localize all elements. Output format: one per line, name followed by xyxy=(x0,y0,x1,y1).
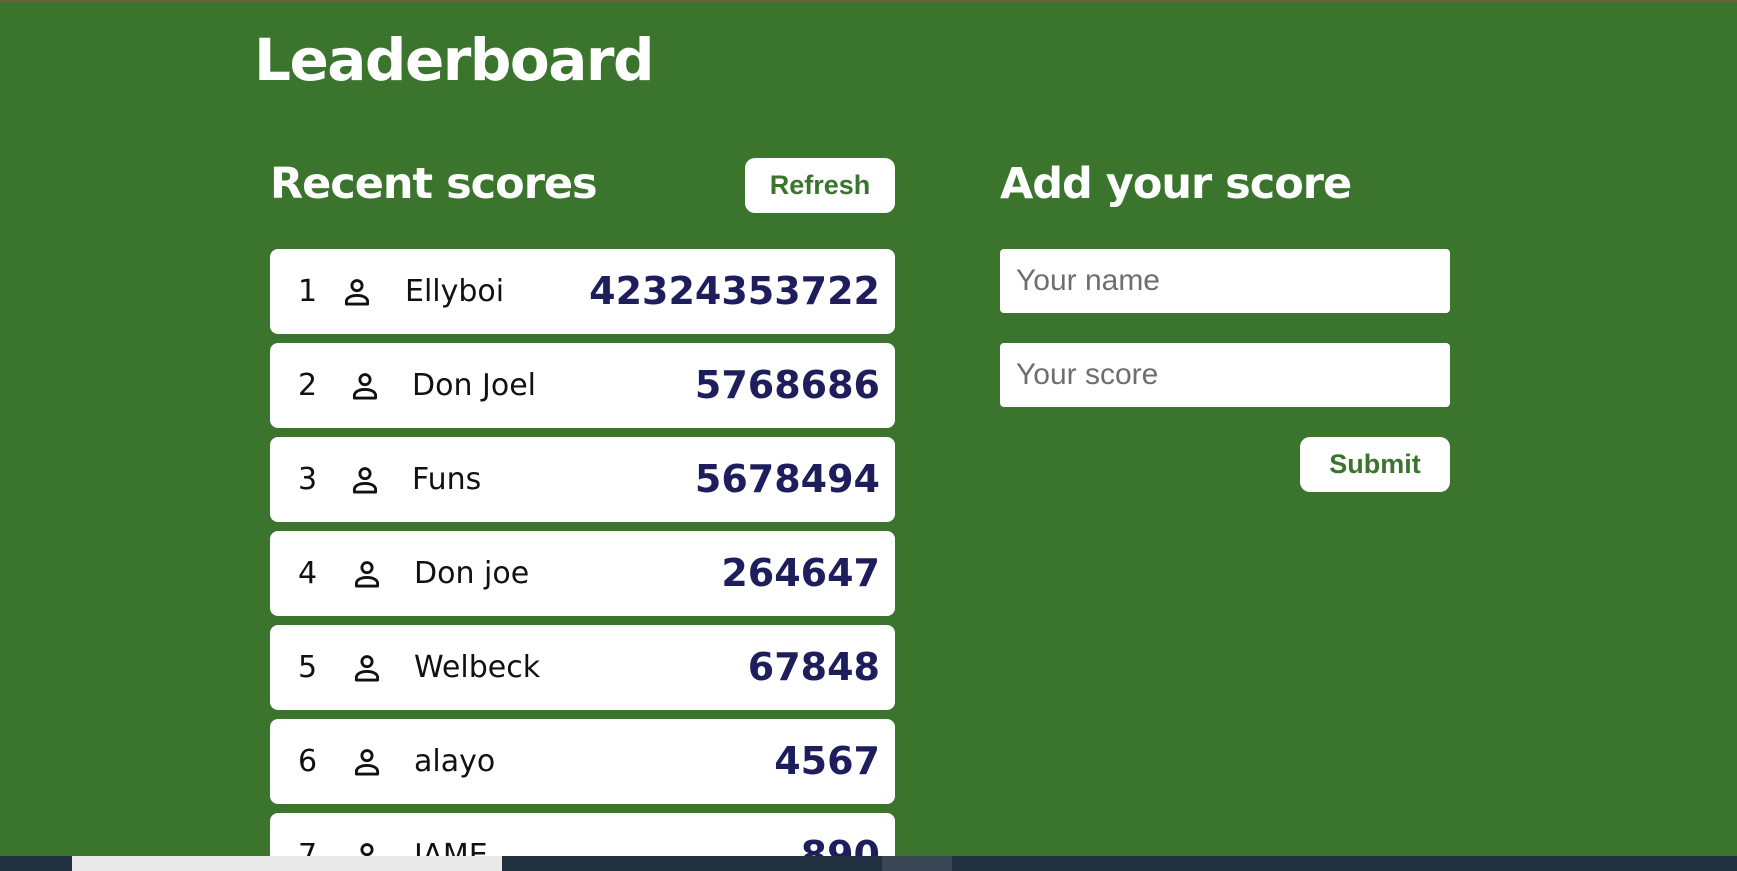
refresh-button[interactable]: Refresh xyxy=(745,158,895,213)
score-row: 1 Ellyboi 42324353722 xyxy=(270,249,895,334)
player-score: 67848 xyxy=(747,645,880,689)
top-border xyxy=(0,0,1737,2)
player-score: 4567 xyxy=(774,739,880,783)
score-row: 7 JAME 890 xyxy=(270,813,895,856)
player-name: alayo xyxy=(414,744,496,779)
user-icon xyxy=(354,749,380,776)
page-title: Leaderboard xyxy=(254,26,655,94)
add-score-heading: Add your score xyxy=(1000,159,1352,209)
taskbar-active-app[interactable] xyxy=(882,856,952,871)
rank-number: 1 xyxy=(298,274,318,309)
rank-number: 6 xyxy=(298,744,318,779)
player-score: 5678494 xyxy=(694,457,880,501)
taskbar xyxy=(0,856,1737,871)
player-name: Don Joel xyxy=(412,368,536,403)
rank-number: 4 xyxy=(298,556,318,591)
rank-number: 5 xyxy=(298,650,318,685)
player-name: Funs xyxy=(412,462,482,497)
name-input[interactable] xyxy=(1000,249,1450,313)
player-name: Welbeck xyxy=(414,650,541,685)
user-icon xyxy=(352,467,378,494)
user-icon xyxy=(354,561,380,588)
score-row: 6 alayo 4567 xyxy=(270,719,895,804)
player-score: 42324353722 xyxy=(589,269,880,313)
player-name: Don joe xyxy=(414,556,530,591)
score-input[interactable] xyxy=(1000,343,1450,407)
user-icon xyxy=(354,655,380,682)
recent-scores-heading: Recent scores xyxy=(270,159,598,209)
user-icon xyxy=(344,279,370,306)
score-row: 3 Funs 5678494 xyxy=(270,437,895,522)
score-row: 2 Don Joel 5768686 xyxy=(270,343,895,428)
taskbar-search-box[interactable] xyxy=(72,856,502,871)
rank-number: 2 xyxy=(298,368,318,403)
user-icon xyxy=(352,373,378,400)
rank-number: 7 xyxy=(298,838,318,856)
player-score: 890 xyxy=(800,833,880,856)
score-row: 4 Don joe 264647 xyxy=(270,531,895,616)
score-row: 5 Welbeck 67848 xyxy=(270,625,895,710)
player-name: JAME xyxy=(414,838,488,856)
player-score: 264647 xyxy=(721,551,880,595)
submit-button[interactable]: Submit xyxy=(1300,437,1450,492)
player-name: Ellyboi xyxy=(405,274,505,309)
player-score: 5768686 xyxy=(694,363,880,407)
user-icon xyxy=(360,843,374,856)
rank-number: 3 xyxy=(298,462,318,497)
score-list: 1 Ellyboi 42324353722 2 Don Joel 5768686… xyxy=(270,249,895,856)
